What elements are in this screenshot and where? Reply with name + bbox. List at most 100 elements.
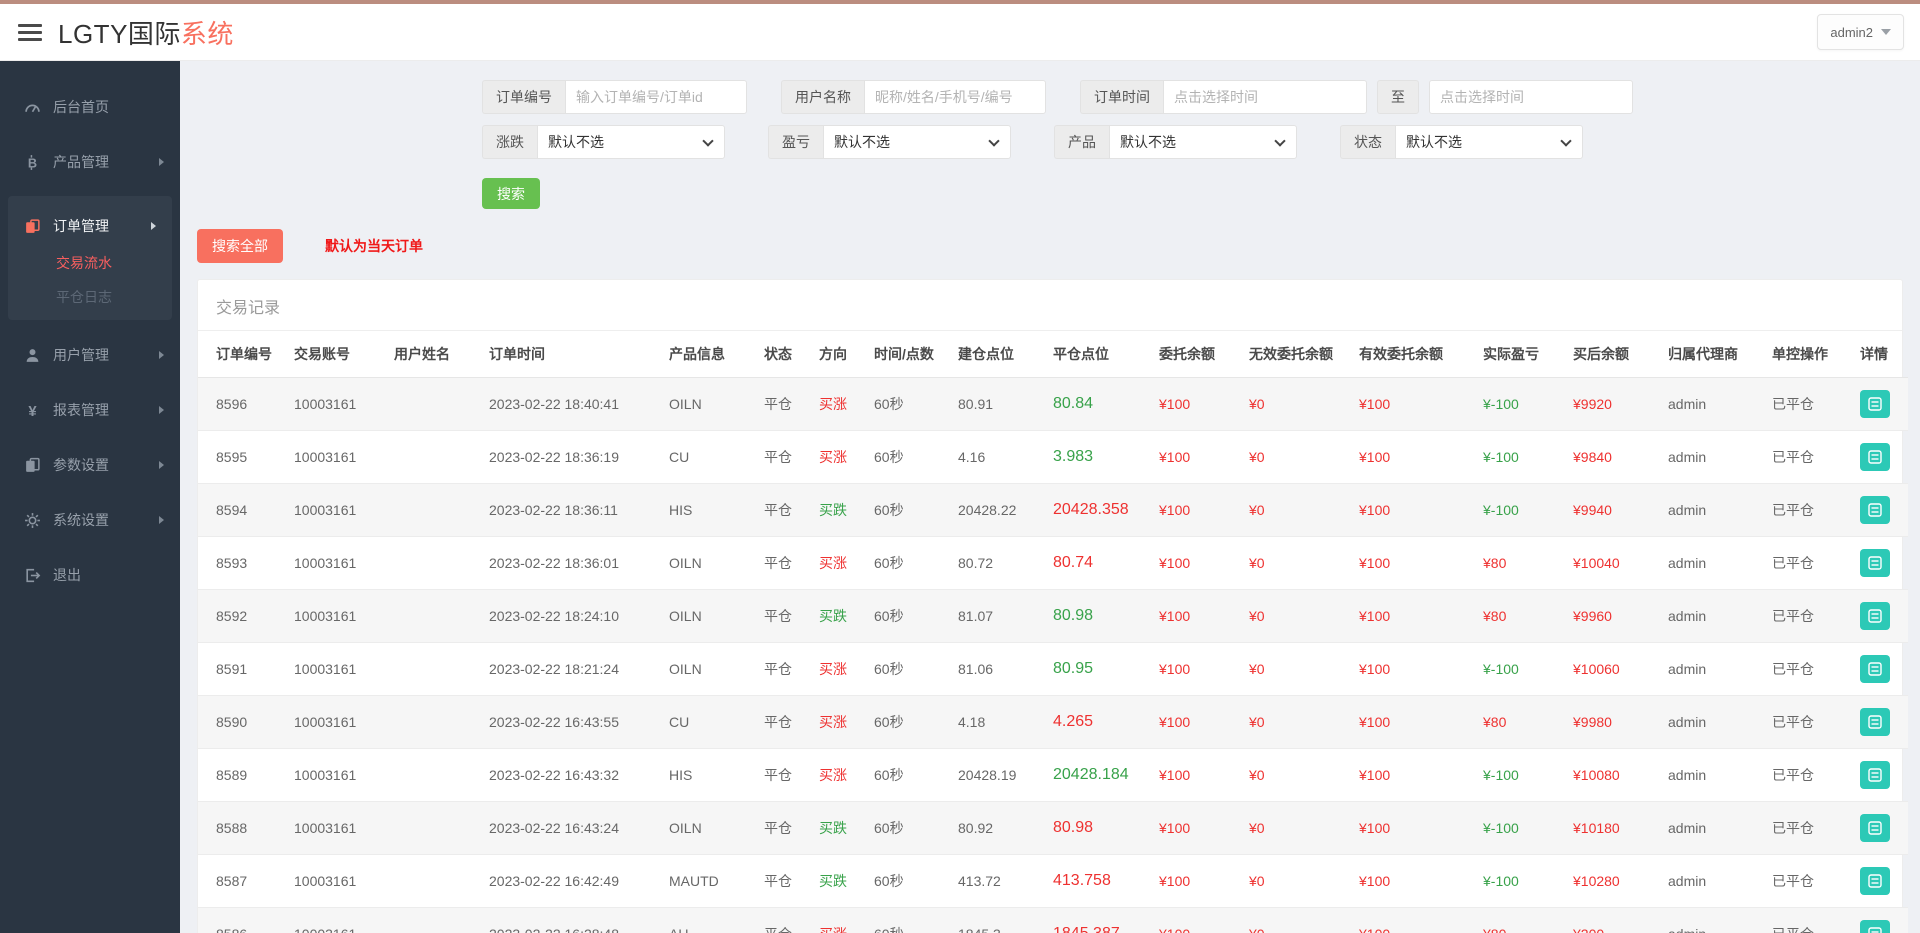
cell-detail bbox=[1852, 431, 1908, 484]
cell-control: 已平仓 bbox=[1764, 484, 1852, 537]
cell-invalid: ¥0 bbox=[1241, 590, 1351, 643]
time-to-input[interactable] bbox=[1429, 80, 1633, 114]
cell-entrust: ¥100 bbox=[1151, 484, 1241, 537]
cell-duration: 60秒 bbox=[866, 749, 950, 802]
sidebar-item-parameters[interactable]: 参数设置 bbox=[0, 445, 180, 485]
sidebar-subitem-close-log[interactable]: 平仓日志 bbox=[8, 280, 172, 314]
column-header: 时间/点数 bbox=[866, 331, 950, 378]
cell-duration: 60秒 bbox=[866, 537, 950, 590]
cell-invalid: ¥0 bbox=[1241, 802, 1351, 855]
cell-detail bbox=[1852, 590, 1908, 643]
time-from-input[interactable] bbox=[1163, 80, 1367, 114]
sidebar-item-users[interactable]: 用户管理 bbox=[0, 335, 180, 375]
cell-status: 平仓 bbox=[756, 378, 811, 431]
yen-icon: ¥ bbox=[24, 402, 41, 419]
order-no-input[interactable] bbox=[565, 80, 747, 114]
cell-invalid: ¥0 bbox=[1241, 431, 1351, 484]
list-icon bbox=[1868, 609, 1882, 623]
user-dropdown[interactable]: admin2 bbox=[1817, 14, 1904, 50]
cell-close: 413.758 bbox=[1045, 855, 1151, 908]
table-row: 8596100031612023-02-22 18:40:41OILN平仓买涨6… bbox=[198, 378, 1908, 431]
sidebar-item-order-management[interactable]: 订单管理 bbox=[8, 206, 172, 246]
cell-entrust: ¥100 bbox=[1151, 855, 1241, 908]
cell-agent: admin bbox=[1660, 696, 1764, 749]
cell-time: 2023-02-22 16:42:49 bbox=[481, 855, 661, 908]
cell-name bbox=[386, 484, 481, 537]
detail-button[interactable] bbox=[1860, 708, 1890, 736]
cell-name bbox=[386, 696, 481, 749]
chevron-right-icon bbox=[159, 516, 164, 524]
detail-button[interactable] bbox=[1860, 496, 1890, 524]
detail-button[interactable] bbox=[1860, 602, 1890, 630]
cell-open: 20428.19 bbox=[950, 749, 1045, 802]
product-select[interactable]: 默认不选 bbox=[1109, 125, 1297, 159]
cell-profit: ¥80 bbox=[1475, 537, 1565, 590]
sidebar-item-logout[interactable]: 退出 bbox=[0, 555, 180, 595]
cell-profit: ¥-100 bbox=[1475, 643, 1565, 696]
detail-button[interactable] bbox=[1860, 443, 1890, 471]
detail-button[interactable] bbox=[1860, 390, 1890, 418]
top-header: LGTY国际系统 admin2 bbox=[0, 4, 1920, 60]
search-all-button[interactable]: 搜索全部 bbox=[197, 229, 283, 263]
card-title: 交易记录 bbox=[198, 280, 1902, 331]
cell-close: 80.84 bbox=[1045, 378, 1151, 431]
status-select[interactable]: 默认不选 bbox=[1395, 125, 1583, 159]
search-button[interactable]: 搜索 bbox=[482, 178, 540, 209]
cell-account: 10003161 bbox=[286, 378, 386, 431]
table-row: 8591100031612023-02-22 18:21:24OILN平仓买涨6… bbox=[198, 643, 1908, 696]
cell-id: 8596 bbox=[198, 378, 286, 431]
sidebar-item-label: 退出 bbox=[53, 565, 81, 585]
column-header: 平仓点位 bbox=[1045, 331, 1151, 378]
cell-invalid: ¥0 bbox=[1241, 908, 1351, 933]
sidebar-subitem-trade-flow[interactable]: 交易流水 bbox=[8, 246, 172, 280]
detail-button[interactable] bbox=[1860, 814, 1890, 842]
cell-close: 3.983 bbox=[1045, 431, 1151, 484]
cell-status: 平仓 bbox=[756, 484, 811, 537]
menu-toggle-icon[interactable] bbox=[18, 24, 42, 41]
sidebar-item-products[interactable]: B 产品管理 bbox=[0, 142, 180, 182]
sidebar-item-label: 产品管理 bbox=[53, 152, 109, 172]
list-icon bbox=[1868, 503, 1882, 517]
detail-button[interactable] bbox=[1860, 549, 1890, 577]
cell-agent: admin bbox=[1660, 643, 1764, 696]
cell-agent: admin bbox=[1660, 378, 1764, 431]
table-row: 8594100031612023-02-22 18:36:11HIS平仓买跌60… bbox=[198, 484, 1908, 537]
cell-product: HIS bbox=[661, 749, 756, 802]
sidebar-item-label: 报表管理 bbox=[53, 400, 109, 420]
cell-balance: ¥10280 bbox=[1565, 855, 1660, 908]
cell-account: 10003161 bbox=[286, 802, 386, 855]
filter-product: 产品 默认不选 bbox=[1054, 125, 1297, 159]
user-name-input[interactable] bbox=[864, 80, 1046, 114]
detail-button[interactable] bbox=[1860, 761, 1890, 789]
bitcoin-icon: B bbox=[24, 154, 41, 171]
sidebar-item-label: 参数设置 bbox=[53, 455, 109, 475]
cell-account: 10003161 bbox=[286, 537, 386, 590]
cell-name bbox=[386, 802, 481, 855]
cell-status: 平仓 bbox=[756, 537, 811, 590]
cell-control: 已平仓 bbox=[1764, 802, 1852, 855]
cell-valid: ¥100 bbox=[1351, 802, 1475, 855]
cell-account: 10003161 bbox=[286, 431, 386, 484]
cell-status: 平仓 bbox=[756, 855, 811, 908]
cell-account: 10003161 bbox=[286, 484, 386, 537]
cell-duration: 60秒 bbox=[866, 908, 950, 933]
cell-product: OILN bbox=[661, 537, 756, 590]
sidebar-item-dashboard[interactable]: 后台首页 bbox=[0, 87, 180, 127]
cell-profit: ¥80 bbox=[1475, 908, 1565, 933]
chevron-down-icon bbox=[1274, 135, 1285, 146]
cell-direction: 买跌 bbox=[811, 802, 866, 855]
cell-id: 8593 bbox=[198, 537, 286, 590]
detail-button[interactable] bbox=[1860, 867, 1890, 895]
cell-detail bbox=[1852, 749, 1908, 802]
cell-open: 80.91 bbox=[950, 378, 1045, 431]
chevron-down-icon bbox=[1881, 29, 1891, 35]
cell-open: 80.72 bbox=[950, 537, 1045, 590]
cell-invalid: ¥0 bbox=[1241, 643, 1351, 696]
sidebar-item-system[interactable]: 系统设置 bbox=[0, 500, 180, 540]
detail-button[interactable] bbox=[1860, 655, 1890, 683]
rise-fall-select[interactable]: 默认不选 bbox=[537, 125, 725, 159]
cell-id: 8589 bbox=[198, 749, 286, 802]
profit-select[interactable]: 默认不选 bbox=[823, 125, 1011, 159]
sidebar-item-reports[interactable]: ¥ 报表管理 bbox=[0, 390, 180, 430]
detail-button[interactable] bbox=[1860, 920, 1890, 933]
